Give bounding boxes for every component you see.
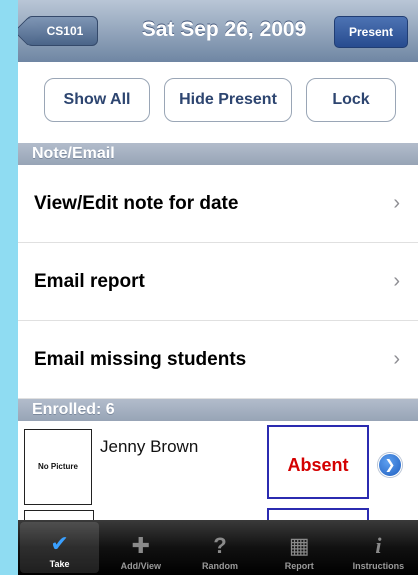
row-label: Email report <box>34 270 145 292</box>
phone-screen: CS101 Sat Sep 26, 2009 Present Show All … <box>18 0 418 575</box>
email-report-row[interactable]: Email report › <box>18 243 418 321</box>
student-name: Jenny Brown <box>100 437 199 456</box>
add-person-icon: ✚ <box>131 533 151 558</box>
row-label: View/Edit note for date <box>34 192 239 214</box>
tab-label: Random <box>202 561 238 571</box>
tab-label: Add/View <box>120 561 161 571</box>
grid-icon: ▦ <box>288 533 310 558</box>
back-button-label: CS101 <box>46 24 84 38</box>
note-email-section-header: Note/Email <box>18 143 418 165</box>
tab-add-view[interactable]: ✚ Add/View <box>101 520 180 575</box>
action-buttons: Show All Hide Present Lock <box>18 62 418 142</box>
chevron-right-icon: › <box>393 348 400 370</box>
tab-take[interactable]: ✔ Take <box>20 522 100 573</box>
student-row[interactable]: No Picture Jenny Brown Absent ❯ <box>18 421 418 505</box>
tab-label: Report <box>284 561 314 571</box>
tab-label: Take <box>49 559 70 569</box>
lock-button[interactable]: Lock <box>306 78 396 122</box>
navigation-bar: CS101 Sat Sep 26, 2009 Present <box>18 0 418 63</box>
tab-bar: ✔ Take ✚ Add/View ? Random ▦ Report i In… <box>18 520 418 575</box>
hide-present-button[interactable]: Hide Present <box>164 78 292 122</box>
email-missing-students-row[interactable]: Email missing students › <box>18 321 418 399</box>
detail-disclosure-icon[interactable]: ❯ <box>378 453 402 477</box>
chevron-right-icon: › <box>393 270 400 292</box>
tab-report[interactable]: ▦ Report <box>260 520 339 575</box>
back-button[interactable]: CS101 <box>26 16 98 46</box>
show-all-button[interactable]: Show All <box>44 78 150 122</box>
view-edit-note-row[interactable]: View/Edit note for date › <box>18 165 418 243</box>
row-label: Email missing students <box>34 348 247 370</box>
checkmark-icon: ✔ <box>50 531 69 556</box>
question-icon: ? <box>213 533 227 558</box>
enrolled-section-header: Enrolled: 6 <box>18 399 418 421</box>
present-button[interactable]: Present <box>334 16 408 48</box>
tab-random[interactable]: ? Random <box>180 520 259 575</box>
chevron-right-icon: › <box>393 192 400 214</box>
tab-instructions[interactable]: i Instructions <box>339 520 418 575</box>
next-student-status-button[interactable] <box>267 508 369 520</box>
tab-label: Instructions <box>352 561 405 571</box>
page-title: Sat Sep 26, 2009 <box>141 18 307 41</box>
student-picture-placeholder: No Picture <box>24 429 92 505</box>
info-icon: i <box>375 533 382 558</box>
attendance-status-button[interactable]: Absent <box>267 425 369 499</box>
